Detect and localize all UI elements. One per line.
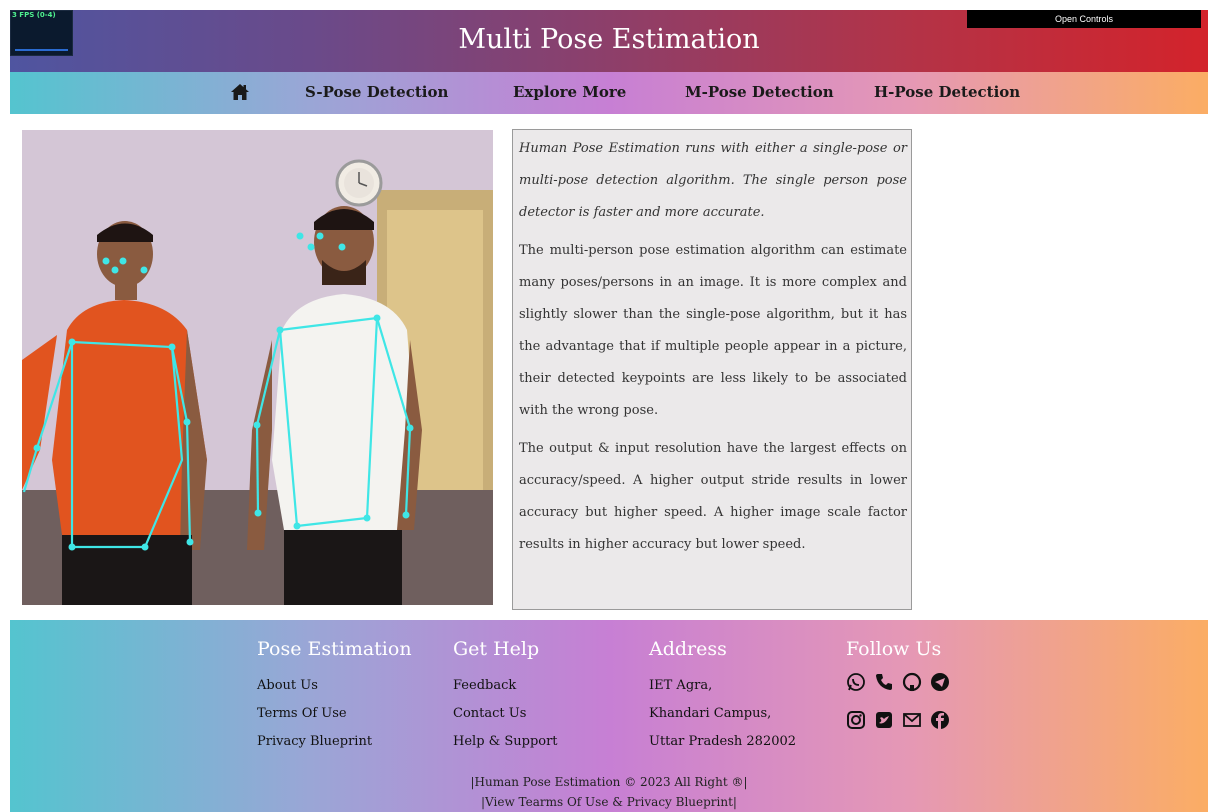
nav-s-pose-detection[interactable]: S-Pose Detection [305, 83, 448, 101]
footer: Pose Estimation About Us Terms Of Use Pr… [10, 620, 1208, 812]
twitter-icon[interactable] [874, 710, 894, 730]
about-us-link[interactable]: About Us [257, 672, 412, 700]
resolution-paragraph: The output & input resolution have the l… [519, 441, 907, 552]
nav-bar: S-Pose Detection Explore More M-Pose Det… [10, 72, 1208, 114]
multi-person-paragraph: The multi-person pose estimation algorit… [519, 243, 907, 418]
nav-m-pose-detection[interactable]: M-Pose Detection [685, 83, 834, 101]
pose-camera-image [22, 130, 493, 605]
copyright: |Human Pose Estimation © 2023 All Right … [10, 772, 1208, 812]
description-panel: Human Pose Estimation runs with either a… [512, 129, 912, 610]
instagram-icon[interactable] [846, 710, 866, 730]
privacy-blueprint-link[interactable]: Privacy Blueprint [257, 728, 412, 756]
home-icon[interactable] [230, 82, 250, 102]
footer-heading-get-help: Get Help [453, 638, 540, 660]
phone-icon[interactable] [874, 672, 894, 692]
help-support-link[interactable]: Help & Support [453, 728, 558, 756]
footer-col-pose-estimation: Pose Estimation About Us Terms Of Use Pr… [257, 638, 412, 756]
footer-heading-pose-estimation: Pose Estimation [257, 638, 412, 660]
mail-icon[interactable] [902, 710, 922, 730]
address-line: Uttar Pradesh 282002 [649, 734, 797, 749]
feedback-link[interactable]: Feedback [453, 672, 558, 700]
facebook-icon[interactable] [930, 710, 950, 730]
footer-col-follow-us: Follow Us [846, 638, 950, 748]
address-line: Khandari Campus, [649, 706, 772, 721]
fps-graph [15, 49, 68, 51]
social-icons-row-1 [846, 672, 950, 692]
footer-heading-address: Address [649, 638, 727, 660]
whatsapp-icon[interactable] [846, 672, 866, 692]
address-line: IET Agra, [649, 678, 713, 693]
open-controls-button[interactable]: Open Controls [967, 10, 1201, 28]
terms-of-use-link[interactable]: Terms Of Use [257, 700, 412, 728]
pose-overlay [22, 130, 493, 605]
fps-stats-panel[interactable]: 3 FPS (0-4) [10, 10, 73, 56]
nav-h-pose-detection[interactable]: H-Pose Detection [874, 83, 1020, 101]
nav-explore-more[interactable]: Explore More [513, 83, 626, 101]
footer-col-address: Address IET Agra, Khandari Campus, Uttar… [649, 638, 796, 756]
social-icons-row-2 [846, 710, 950, 730]
contact-us-link[interactable]: Contact Us [453, 700, 558, 728]
footer-col-get-help: Get Help Feedback Contact Us Help & Supp… [453, 638, 558, 756]
copyright-line: |Human Pose Estimation © 2023 All Right … [470, 775, 748, 789]
page-title: Multi Pose Estimation [458, 24, 760, 55]
fps-label: 3 FPS (0-4) [12, 11, 56, 19]
github-icon[interactable] [902, 672, 922, 692]
intro-paragraph: Human Pose Estimation runs with either a… [519, 141, 907, 220]
terms-privacy-link[interactable]: |View Tearms Of Use & Privacy Blueprint| [10, 792, 1208, 812]
telegram-icon[interactable] [930, 672, 950, 692]
footer-heading-follow-us: Follow Us [846, 638, 942, 660]
